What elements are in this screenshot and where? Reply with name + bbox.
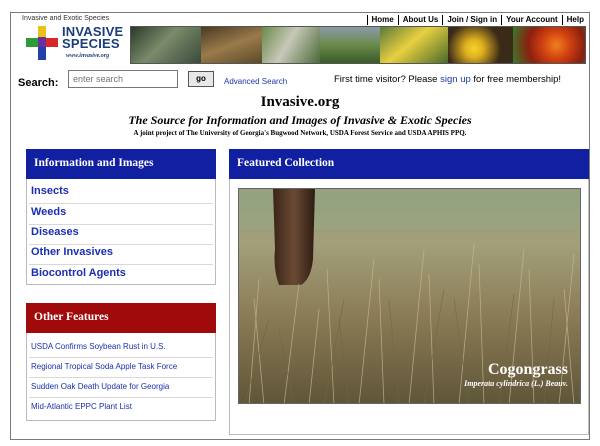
featured-caption: Cogongrass Imperata cylindrica (L.) Beau… [464, 361, 568, 388]
nav-help[interactable]: Help [561, 15, 588, 25]
other-item-soda-apple[interactable]: Regional Tropical Soda Apple Task Force [31, 362, 177, 371]
nav-your-account[interactable]: Your Account [501, 15, 562, 25]
info-panel: Insects Weeds Diseases Other Invasives B… [26, 179, 216, 285]
info-panel-heading: Information and Images [26, 149, 216, 179]
featured-photo[interactable]: Cogongrass Imperata cylindrica (L.) Beau… [238, 188, 581, 404]
logo-url: www.invasive.org [66, 53, 110, 59]
info-item-other-invasives[interactable]: Other Invasives [31, 246, 113, 258]
divider [29, 224, 213, 225]
site-tagline: Invasive and Exotic Species [22, 15, 110, 22]
other-item-sudden-oak-death[interactable]: Sudden Oak Death Update for Georgia [31, 382, 169, 391]
nav-join-sign-in[interactable]: Join / Sign in [442, 15, 501, 25]
search-label: Search: [18, 77, 59, 89]
divider [29, 397, 213, 398]
other-features-heading: Other Features [26, 303, 216, 333]
puzzle-logo-icon [26, 26, 58, 60]
divider [29, 357, 213, 358]
info-item-insects[interactable]: Insects [31, 185, 69, 197]
logo-wordmark: INVASIVE SPECIES [62, 24, 124, 51]
other-item-soybean-rust[interactable]: USDA Confirms Soybean Rust in U.S. [31, 342, 166, 351]
featured-common-name: Cogongrass [487, 361, 568, 378]
nav-about-us[interactable]: About Us [397, 15, 443, 25]
top-nav: Home About Us Join / Sign in Your Accoun… [366, 15, 588, 25]
featured-scientific-name: Imperata cylindrica (L.) Beauv. [464, 379, 568, 388]
info-item-diseases[interactable]: Diseases [31, 226, 79, 238]
nav-home[interactable]: Home [366, 15, 398, 25]
info-item-weeds[interactable]: Weeds [31, 206, 66, 218]
divider [29, 377, 213, 378]
site-title: Invasive.org [260, 94, 340, 110]
other-item-eppc-plant-list[interactable]: Mid-Atlantic EPPC Plant List [31, 402, 132, 411]
joint-project-note: A joint project of The University of Geo… [133, 129, 467, 137]
divider [29, 203, 213, 204]
advanced-search-link[interactable]: Advanced Search [224, 77, 287, 86]
site-subtitle: The Source for Information and Images of… [128, 113, 472, 127]
divider [29, 244, 213, 245]
featured-heading: Featured Collection [229, 149, 589, 179]
search-input[interactable] [68, 70, 178, 88]
membership-prompt: First time visitor? Please sign up for f… [334, 74, 562, 85]
go-button[interactable]: go [188, 71, 214, 87]
header-photo-strip [130, 26, 586, 64]
info-item-biocontrol-agents[interactable]: Biocontrol Agents [31, 267, 126, 279]
other-features-panel: USDA Confirms Soybean Rust in U.S. Regio… [26, 333, 216, 421]
sign-up-link[interactable]: sign up [440, 74, 471, 85]
site-logo[interactable]: INVASIVE SPECIES www.invasive.org [26, 24, 126, 62]
divider [29, 264, 213, 265]
